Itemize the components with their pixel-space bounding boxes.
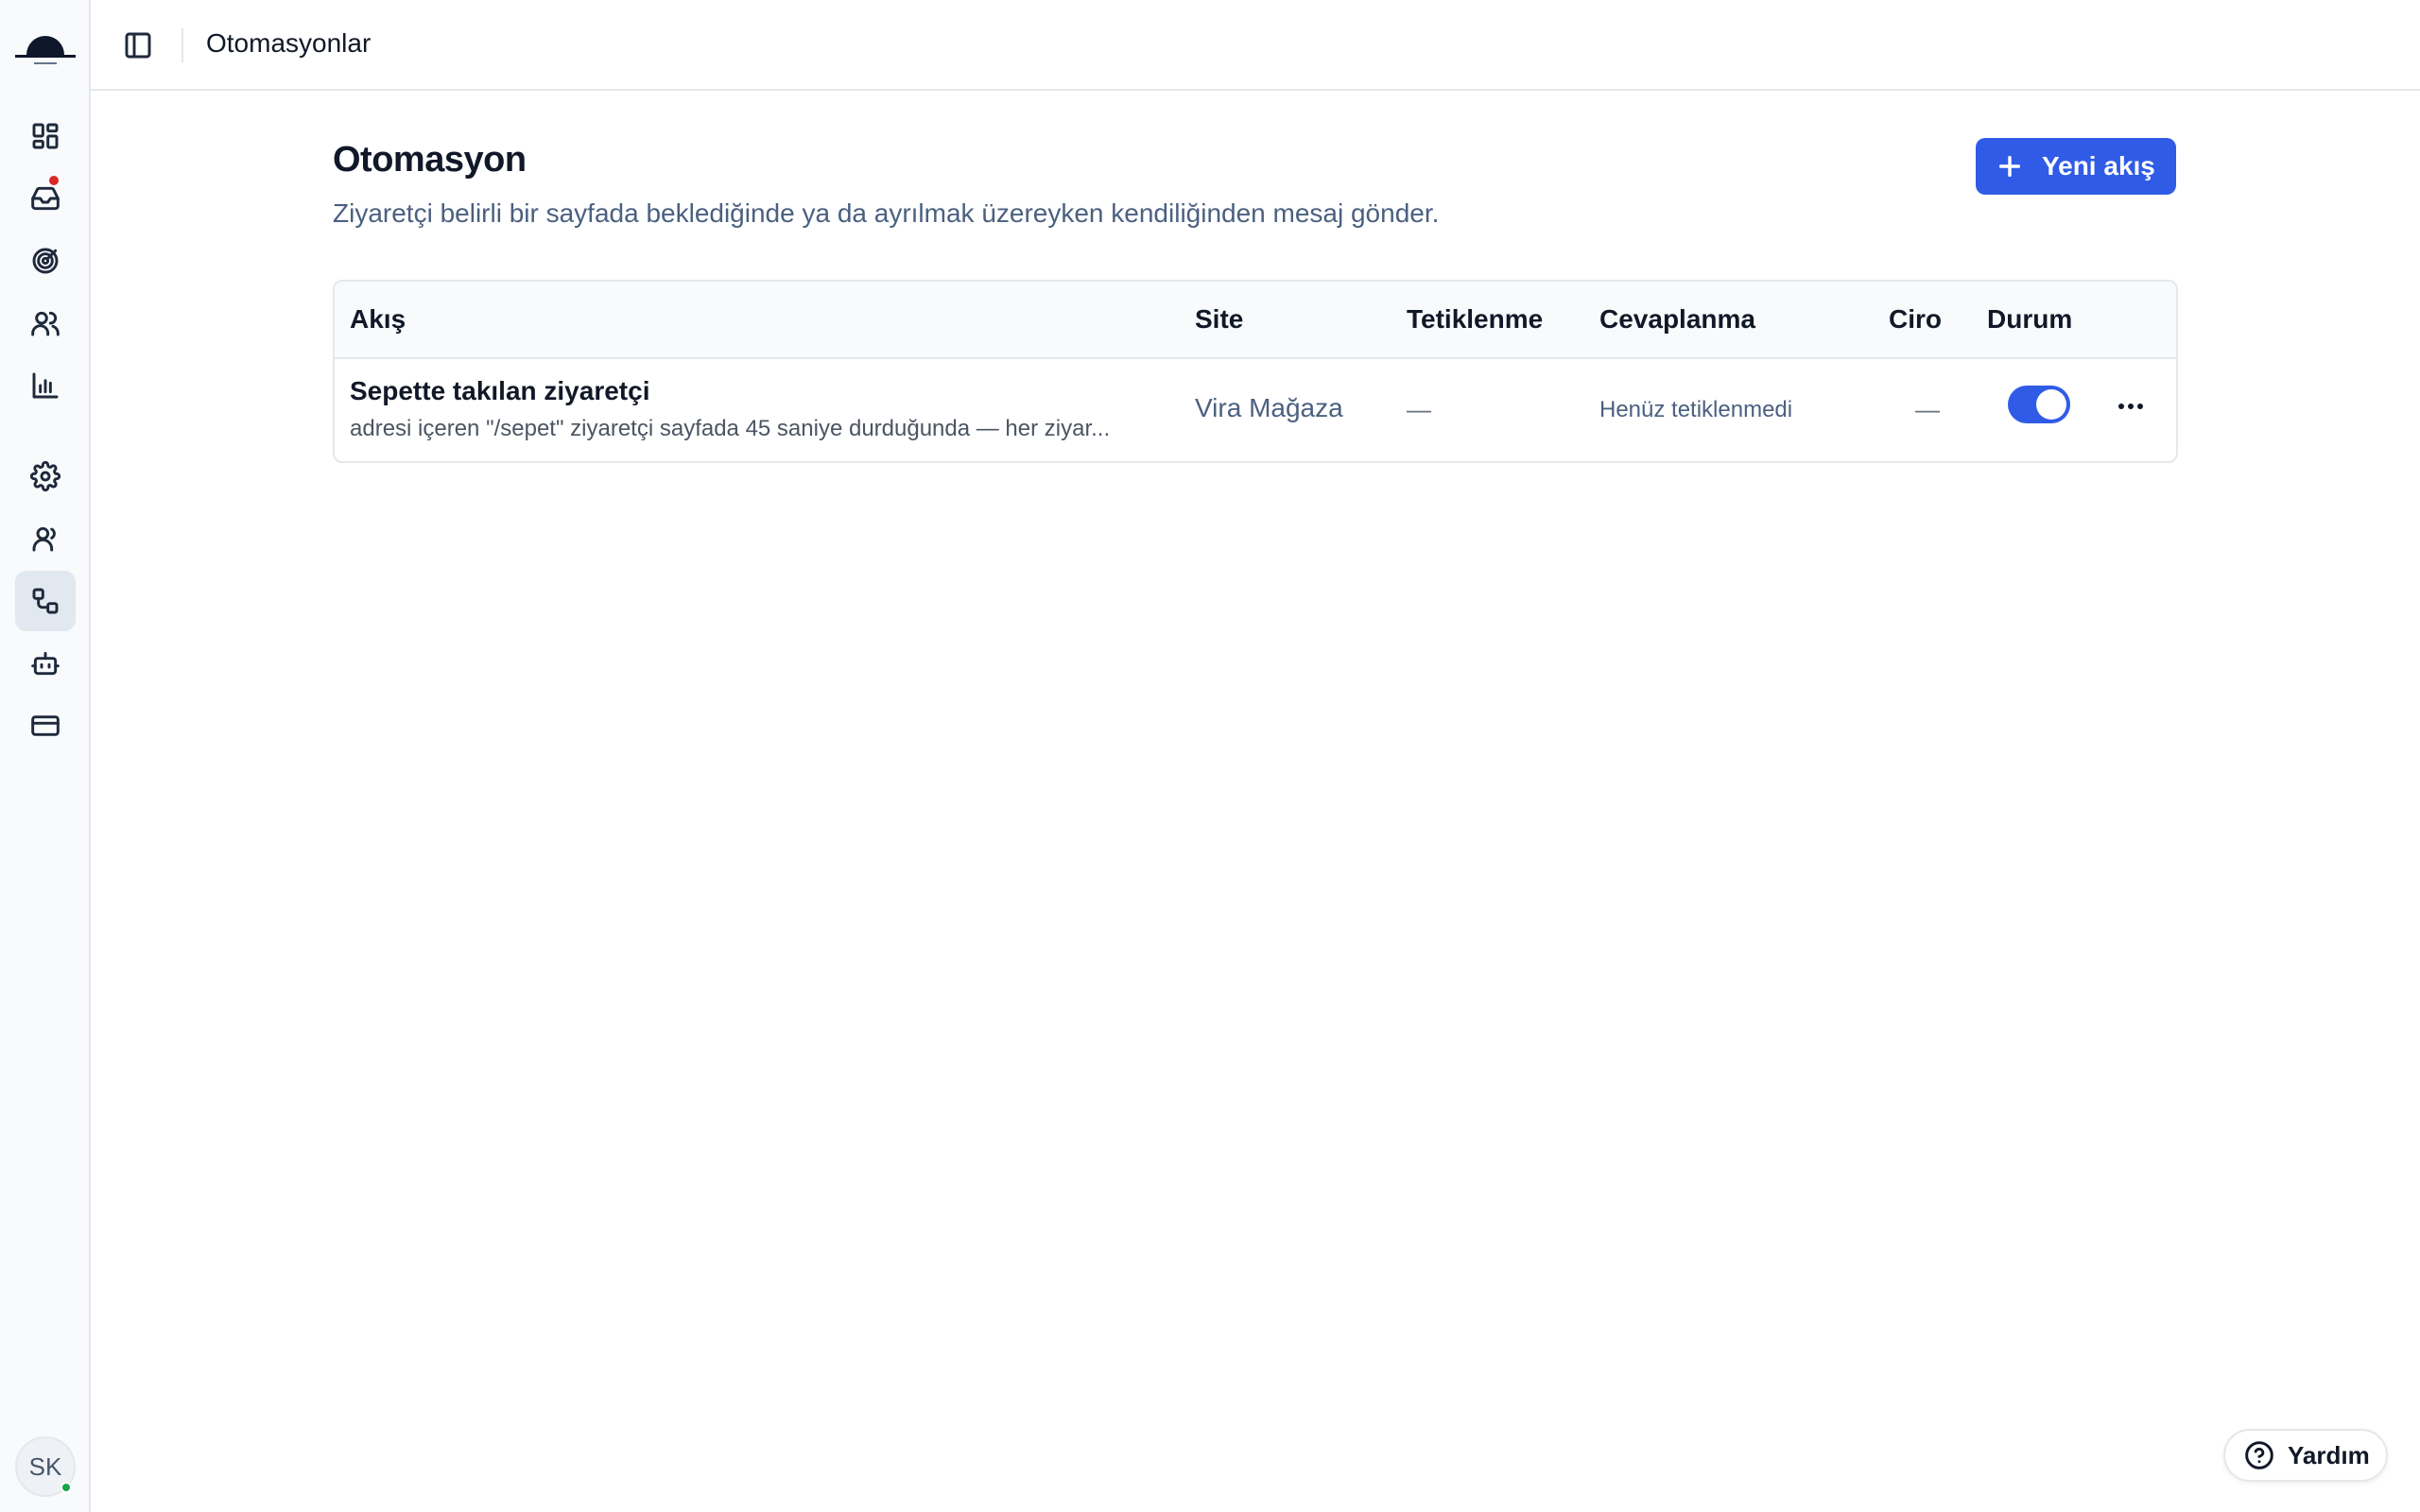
- billing-icon: [31, 715, 60, 736]
- page-title: Otomasyon: [333, 140, 527, 180]
- sidebar-item-team[interactable]: [15, 508, 76, 569]
- toggle-knob: [2036, 389, 2066, 420]
- app-root: SK Otomasyonlar Otomasyon Ziyaretçi beli…: [0, 0, 2420, 1512]
- column-header-triggers: Tetiklenme: [1407, 304, 1544, 334]
- sidebar-toggle-icon: [125, 32, 151, 59]
- flow-status-toggle[interactable]: [2008, 386, 2070, 423]
- help-button[interactable]: Yardım: [2223, 1429, 2388, 1482]
- column-header-site: Site: [1195, 304, 1244, 334]
- new-flow-button-label: Yeni akış: [2042, 151, 2155, 180]
- sidebar-item-bots[interactable]: [15, 633, 76, 694]
- settings-icon: [30, 461, 60, 491]
- topbar-divider: [182, 28, 183, 62]
- avatar-initials: SK: [28, 1452, 62, 1481]
- dashboard-icon: [32, 123, 59, 149]
- column-header-status: Durum: [1987, 304, 2073, 334]
- inbox-icon: [31, 186, 60, 211]
- sidebar-item-dashboard[interactable]: [15, 106, 76, 166]
- chart-icon: [32, 372, 59, 399]
- more-dot-icon: [2128, 404, 2134, 409]
- target-icon: [32, 248, 59, 274]
- column-header-flow: Akış: [350, 304, 406, 334]
- logo-icon[interactable]: [13, 21, 78, 70]
- flow-site: Vira Mağaza: [1195, 393, 1343, 422]
- sidebar-item-visitors[interactable]: [15, 293, 76, 353]
- flow-revenue: —: [1915, 395, 1940, 423]
- more-dot-icon: [2118, 404, 2124, 409]
- flow-triggers: —: [1407, 395, 1431, 423]
- sidebar: SK: [0, 0, 91, 1512]
- help-icon: [2245, 1441, 2273, 1469]
- sidebar-item-automations[interactable]: [15, 571, 76, 631]
- breadcrumb-title: Otomasyonlar: [206, 28, 372, 58]
- automations-table: Akış Site Tetiklenme Cevaplanma Ciro Dur…: [333, 280, 2178, 463]
- online-status-dot: [60, 1482, 72, 1493]
- sidebar-item-inbox[interactable]: [15, 168, 76, 229]
- topbar: Otomasyonlar: [91, 0, 2420, 91]
- sidebar-item-billing[interactable]: [15, 696, 76, 756]
- table-row[interactable]: Sepette takılan ziyaretçi adresi içeren …: [335, 359, 2176, 461]
- sidebar-item-settings[interactable]: [15, 446, 76, 507]
- column-header-revenue: Ciro: [1889, 304, 1942, 334]
- sidebar-toggle-button[interactable]: [119, 26, 157, 64]
- bot-icon: [31, 651, 60, 676]
- users-icon: [31, 311, 60, 336]
- help-button-label: Yardım: [2288, 1440, 2370, 1469]
- new-flow-button[interactable]: Yeni akış: [1976, 138, 2176, 195]
- row-actions-button[interactable]: [2112, 389, 2150, 423]
- flow-name[interactable]: Sepette takılan ziyaretçi: [350, 376, 649, 406]
- sidebar-item-targeting[interactable]: [15, 231, 76, 291]
- more-dot-icon: [2137, 404, 2143, 409]
- automation-icon: [32, 588, 59, 614]
- column-header-responses: Cevaplanma: [1599, 304, 1755, 334]
- sidebar-item-reports[interactable]: [15, 355, 76, 416]
- team-icon: [32, 526, 56, 552]
- page-subtitle: Ziyaretçi belirli bir sayfada beklediğin…: [333, 198, 1440, 228]
- table-header: Akış Site Tetiklenme Cevaplanma Ciro Dur…: [335, 282, 2176, 359]
- flow-description: adresi içeren "/sepet" ziyaretçi sayfada…: [350, 416, 1111, 441]
- plus-icon: [1998, 155, 2021, 178]
- notification-dot: [47, 174, 60, 187]
- flow-responses: Henüz tetiklenmedi: [1599, 397, 1793, 422]
